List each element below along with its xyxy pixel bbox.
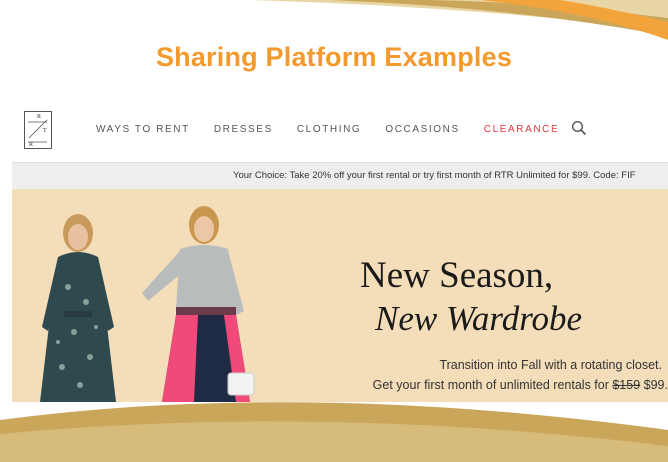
logo-letter-1: R [37,114,42,120]
nav-clothing[interactable]: CLOTHING [297,124,361,135]
model-sweater-skirt-image [142,206,255,402]
hero-banner[interactable]: New Season, New Wardrobe Transition into… [12,189,668,402]
nav-occasions[interactable]: OCCASIONS [385,124,459,135]
promo-text: Your Choice: Take 20% off your first ren… [233,170,636,181]
bottom-swoosh-decoration [0,402,668,462]
hero-sub-line-1: Transition into Fall with a rotating clo… [439,358,662,372]
search-icon[interactable] [571,120,587,136]
main-nav: WAYS TO RENT DRESSES CLOTHING OCCASIONS … [96,124,583,135]
hero-headline: New Season, [360,255,554,296]
hero-headline-italic: New Wardrobe [375,299,583,338]
hero-subtext: Transition into Fall with a rotating clo… [318,355,668,395]
website-screenshot: R T R WAYS TO RENT DRESSES CLOTHING OCCA… [12,102,668,402]
model-floral-dress-image [40,214,116,402]
logo[interactable]: R T R [24,111,52,149]
top-swoosh-decoration [250,0,668,40]
logo-letter-2: T [43,128,47,134]
slide-title: Sharing Platform Examples [155,42,513,72]
nav-dresses[interactable]: DRESSES [214,124,273,135]
logo-letter-3: R [29,142,34,148]
slide: Sharing Platform Examples R T R WAYS TO … [0,0,668,462]
nav-ways-to-rent[interactable]: WAYS TO RENT [96,124,190,135]
nav-clearance[interactable]: CLEARANCE [484,124,560,135]
promo-banner[interactable]: Your Choice: Take 20% off your first ren… [12,162,668,189]
